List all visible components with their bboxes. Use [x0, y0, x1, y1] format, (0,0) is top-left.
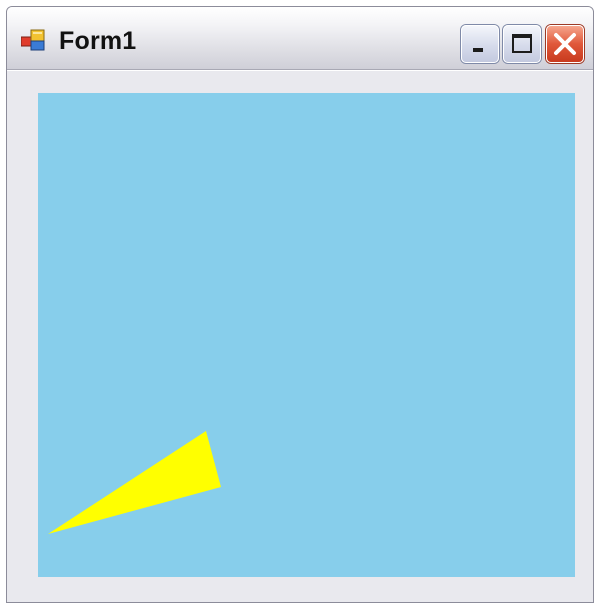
- maximize-button[interactable]: [503, 25, 541, 63]
- minimize-button[interactable]: [461, 25, 499, 63]
- minimize-icon: [473, 48, 483, 52]
- title-bar[interactable]: Form1: [7, 7, 593, 70]
- app-icon[interactable]: [20, 29, 45, 51]
- yellow-triangle: [48, 431, 221, 534]
- close-icon: [554, 33, 576, 55]
- client-area: [7, 70, 593, 602]
- window-title: Form1: [59, 27, 137, 55]
- close-button[interactable]: [546, 25, 584, 63]
- maximize-icon: [512, 34, 532, 53]
- form-window: Form1: [6, 6, 594, 603]
- drawing-surface: [48, 431, 221, 534]
- drawing-panel[interactable]: [38, 93, 575, 577]
